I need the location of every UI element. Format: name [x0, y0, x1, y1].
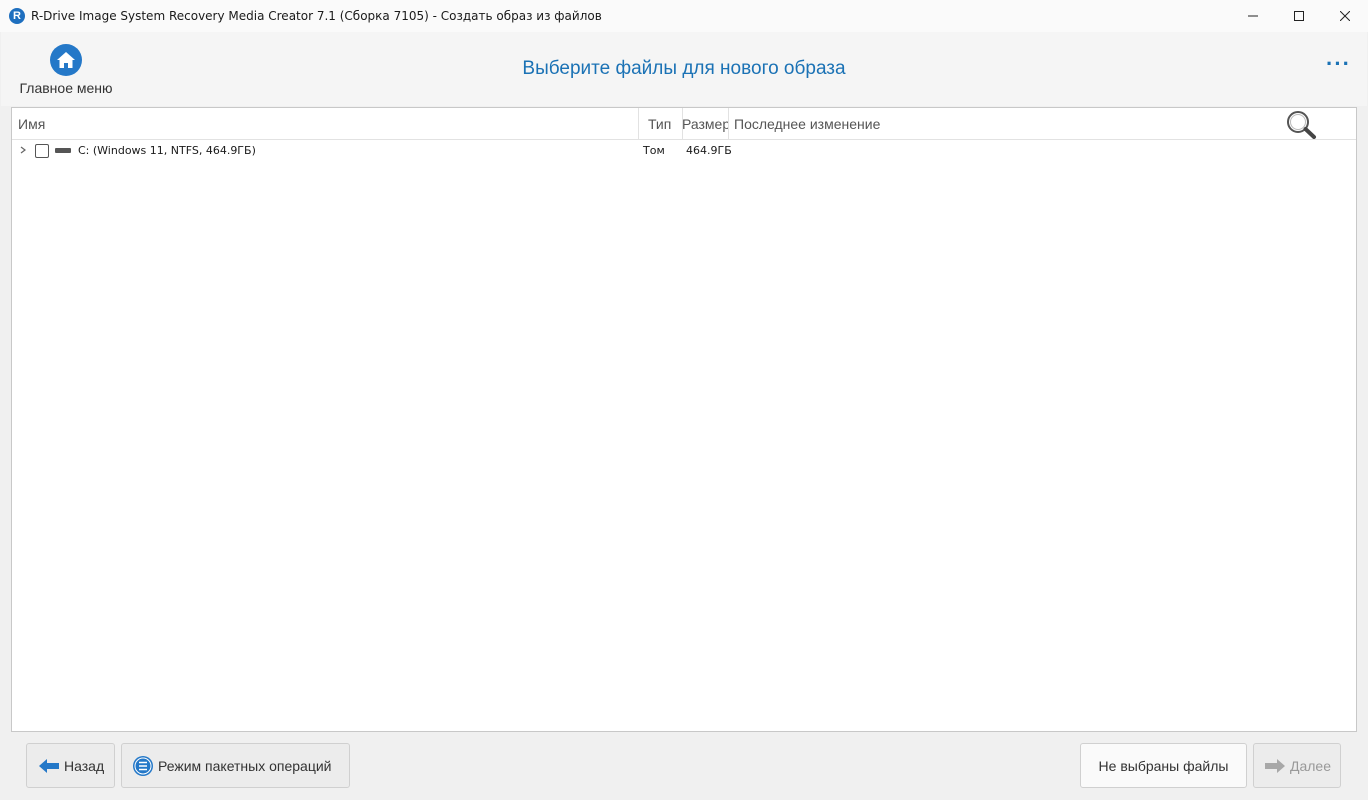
minimize-icon: [1248, 15, 1258, 17]
arrow-left-icon: [39, 758, 59, 773]
window-controls: [1230, 0, 1368, 32]
row-type: Том: [643, 144, 665, 157]
window-title: R-Drive Image System Recovery Media Crea…: [31, 9, 602, 23]
close-icon: [1340, 11, 1350, 21]
file-tree-panel: Имя Тип Размер Последнее изменение C: (W…: [11, 107, 1357, 732]
app-logo-icon: R: [9, 8, 25, 24]
close-button[interactable]: [1322, 0, 1368, 32]
batch-mode-button[interactable]: Режим пакетных операций: [121, 743, 350, 788]
table-row[interactable]: C: (Windows 11, NTFS, 464.9ГБ) Том 464.9…: [12, 140, 1356, 162]
next-button[interactable]: Далее: [1253, 743, 1341, 788]
title-bar: R R-Drive Image System Recovery Media Cr…: [0, 0, 1368, 32]
main-menu-label: Главное меню: [19, 80, 113, 96]
back-label: Назад: [64, 757, 105, 774]
page-title: Выберите файлы для нового образа: [522, 58, 846, 79]
arrow-right-icon: [1265, 758, 1285, 773]
column-header-row: Имя Тип Размер Последнее изменение: [12, 108, 1356, 140]
column-header-type[interactable]: Тип: [648, 108, 682, 140]
maximize-button[interactable]: [1276, 0, 1322, 32]
list-icon: [133, 755, 153, 776]
column-header-size[interactable]: Размер: [682, 108, 728, 140]
row-name: C: (Windows 11, NTFS, 464.9ГБ): [78, 144, 256, 157]
column-header-modified[interactable]: Последнее изменение: [734, 108, 1134, 140]
drive-icon: [55, 148, 71, 153]
minimize-button[interactable]: [1230, 0, 1276, 32]
wizard-header: Главное меню Выберите файлы для нового о…: [1, 32, 1367, 106]
column-header-name[interactable]: Имя: [18, 108, 618, 140]
expand-chevron-icon[interactable]: [16, 143, 30, 157]
search-button[interactable]: [1284, 109, 1320, 139]
selection-status-button[interactable]: Не выбраны файлы: [1080, 743, 1247, 788]
next-label: Далее: [1290, 757, 1332, 774]
back-button[interactable]: Назад: [26, 743, 115, 788]
column-divider[interactable]: [638, 108, 639, 140]
selection-status-label: Не выбраны файлы: [1098, 757, 1229, 774]
search-icon: [1287, 111, 1316, 139]
column-divider[interactable]: [728, 108, 729, 140]
row-checkbox[interactable]: [35, 144, 49, 158]
row-size: 464.9ГБ: [686, 144, 732, 157]
maximize-icon: [1294, 11, 1304, 21]
batch-mode-label: Режим пакетных операций: [158, 757, 332, 774]
more-options-icon[interactable]: ···: [1326, 53, 1351, 75]
